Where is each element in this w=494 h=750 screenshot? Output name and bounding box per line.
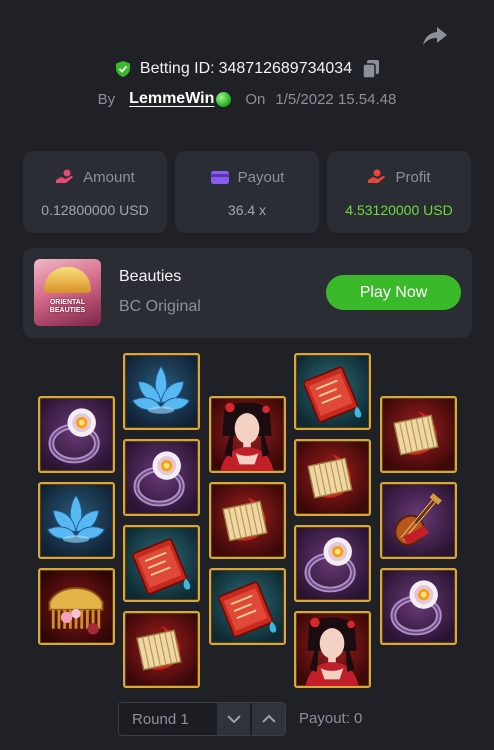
share-icon[interactable]	[422, 24, 448, 48]
fan-symbol-icon	[222, 497, 268, 542]
lotus-symbol-icon	[46, 494, 106, 543]
betting-id-label: Betting ID:	[139, 60, 215, 77]
bet-meta-row: By LemmeWin On 1/5/2022 15.54.48	[0, 90, 494, 108]
on-label: On	[245, 90, 266, 108]
beauty-symbol-icon	[305, 617, 359, 686]
chevron-up-icon	[261, 714, 276, 723]
play-now-button[interactable]: Play Now	[326, 275, 461, 310]
book-symbol-icon	[132, 538, 191, 595]
copy-icon[interactable]	[362, 59, 380, 79]
symbol-beauty-tile	[209, 396, 286, 473]
symbol-fan-tile	[380, 396, 457, 473]
ring-symbol-icon	[390, 580, 442, 636]
username-link[interactable]: LemmeWin	[129, 90, 214, 108]
user-level-icon	[216, 91, 232, 107]
symbol-fan-tile	[123, 611, 200, 688]
amount-label: Amount	[83, 168, 135, 186]
amount-card: Amount 0.12800000 USD	[23, 151, 167, 233]
chevron-down-icon	[226, 715, 241, 724]
amount-value: 0.12800000 USD	[41, 202, 149, 218]
symbol-beauty-tile	[294, 611, 371, 688]
by-label: By	[97, 90, 116, 108]
symbol-book-tile	[209, 568, 286, 645]
profit-card: Profit 4.53120000 USD	[327, 151, 471, 233]
symbol-lotus-tile	[38, 482, 115, 559]
payout-label: Payout	[237, 168, 285, 186]
verified-shield-icon	[115, 61, 130, 77]
symbol-lute-tile	[380, 482, 457, 559]
symbol-book-tile	[294, 353, 371, 430]
symbol-ring-tile	[380, 568, 457, 645]
coin-hand-icon	[368, 169, 386, 183]
fan-symbol-icon	[393, 411, 439, 456]
ring-symbol-icon	[304, 537, 356, 593]
game-subtitle: BC Original	[119, 298, 201, 315]
ring-symbol-icon	[48, 408, 100, 464]
bet-hand-icon	[56, 169, 73, 183]
ring-symbol-icon	[133, 451, 185, 507]
lute-symbol-icon	[394, 493, 442, 546]
reel-grid	[0, 0, 494, 750]
betting-id-row: Betting ID: 348712689734034	[0, 59, 494, 79]
book-symbol-icon	[218, 581, 277, 638]
symbol-lotus-tile	[123, 353, 200, 430]
fan-symbol-icon	[136, 626, 182, 671]
comb-symbol-icon	[48, 587, 104, 635]
symbol-comb-tile	[38, 568, 115, 645]
symbol-book-tile	[123, 525, 200, 602]
symbol-fan-tile	[209, 482, 286, 559]
symbol-fan-tile	[294, 439, 371, 516]
game-logo-text: ORIENTAL BEAUTIES	[49, 299, 86, 314]
symbol-ring-tile	[38, 396, 115, 473]
lotus-symbol-icon	[131, 365, 191, 414]
round-label: Round 1	[132, 711, 189, 728]
round-selector[interactable]: Round 1	[118, 702, 286, 736]
round-up-button[interactable]	[252, 703, 285, 735]
fan-symbol-icon	[307, 454, 353, 499]
symbol-ring-tile	[294, 525, 371, 602]
round-down-button[interactable]	[217, 703, 250, 735]
game-thumbnail[interactable]: ORIENTAL BEAUTIES	[34, 259, 101, 326]
betting-id-value: 348712689734034	[218, 60, 353, 77]
profit-value: 4.53120000 USD	[345, 202, 453, 218]
profit-label: Profit	[395, 168, 431, 186]
symbol-ring-tile	[123, 439, 200, 516]
game-name: Beauties	[119, 268, 182, 285]
beauty-symbol-icon	[220, 402, 274, 471]
payout-value: 36.4 x	[227, 202, 267, 218]
round-payout: Payout: 0	[299, 710, 363, 727]
payout-card: Payout 36.4 x	[175, 151, 319, 233]
wallet-icon	[210, 171, 229, 184]
book-symbol-icon	[303, 366, 362, 423]
game-card: ORIENTAL BEAUTIES Beauties BC Original P…	[23, 248, 472, 338]
bet-date: 1/5/2022 15.54.48	[275, 90, 397, 108]
